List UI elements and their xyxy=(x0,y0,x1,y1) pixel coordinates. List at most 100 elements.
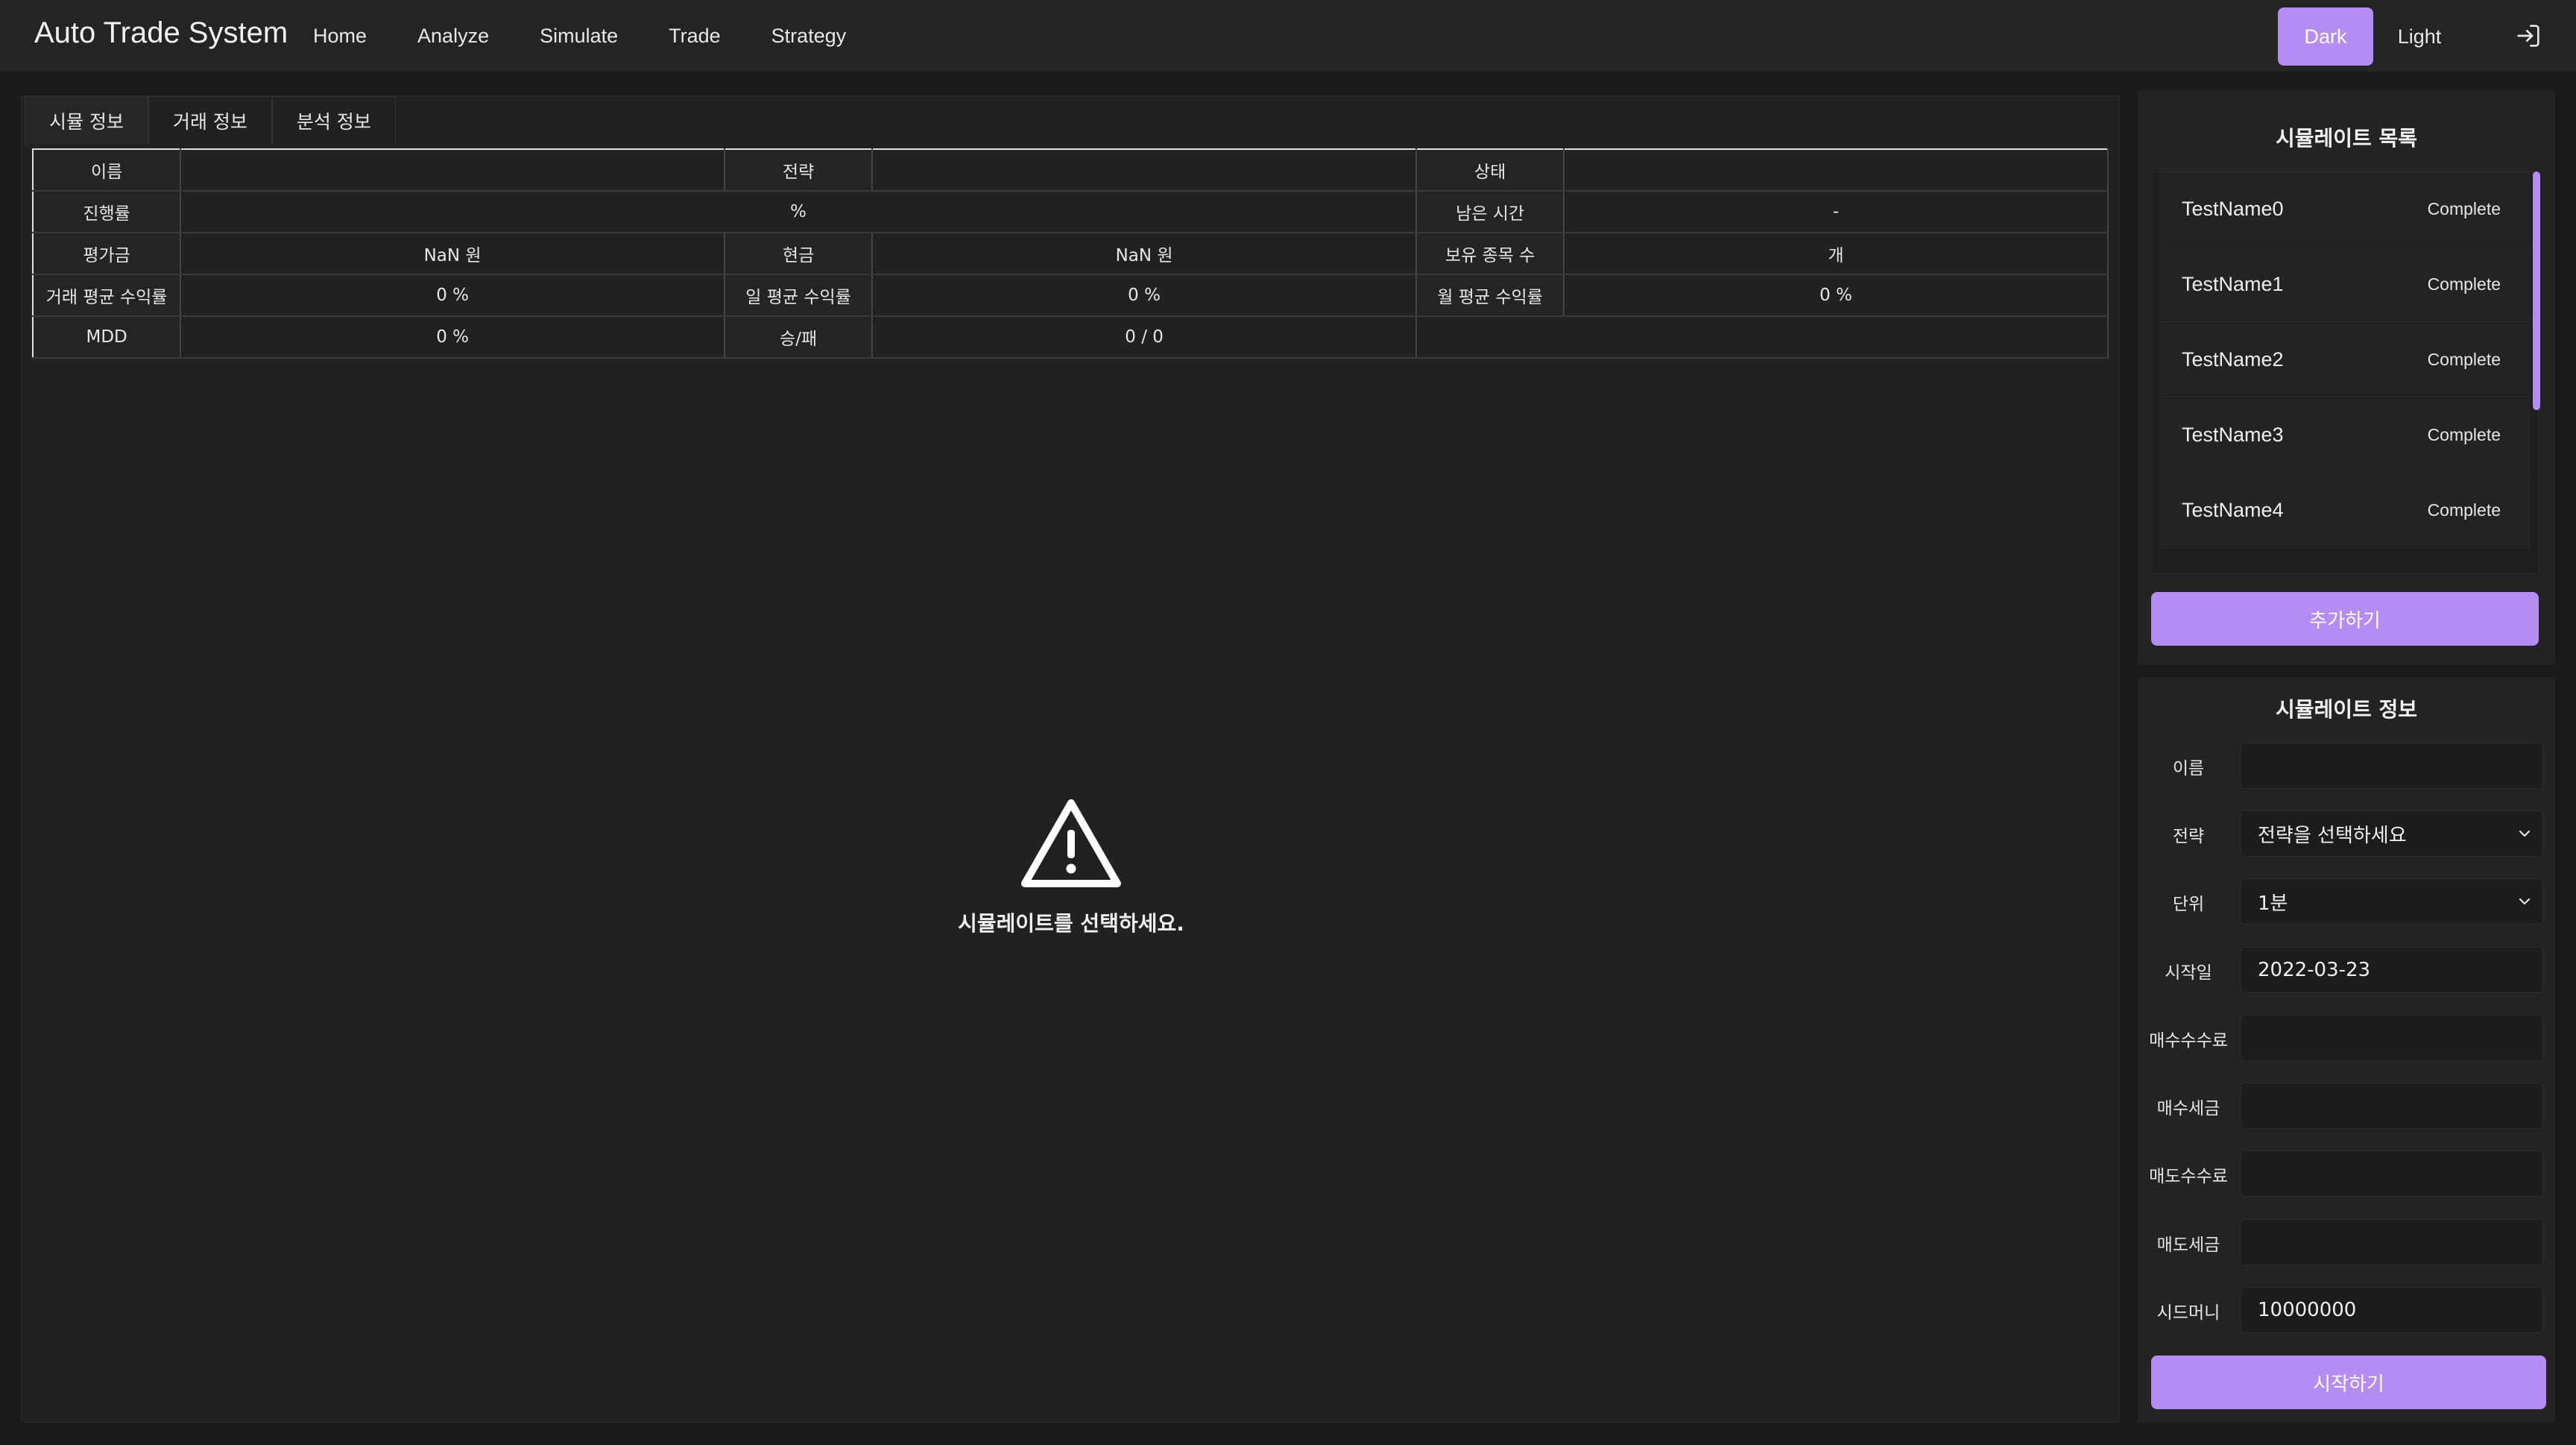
dark-theme-button[interactable]: Dark xyxy=(2278,7,2373,66)
form-row-buy-fee: 매수수수료 xyxy=(2138,1015,2555,1062)
cell-label-win-loss: 승/패 xyxy=(724,316,874,359)
warning-icon xyxy=(1021,799,1121,887)
empty-state-message: 시뮬레이트를 선택하세요. xyxy=(958,911,1184,936)
cell-value-status xyxy=(1564,149,2109,192)
strategy-label: 전략 xyxy=(2172,827,2205,846)
simulation-name: TestName0 xyxy=(2182,198,2284,220)
cell-value-progress: % xyxy=(180,191,1417,233)
form-row-name: 이름 xyxy=(2138,743,2555,790)
cell-value-daily-avg-return: 0 % xyxy=(872,274,1417,317)
cell-label-progress: 진행률 xyxy=(33,191,182,233)
table-row: MDD 0 % 승/패 0 / 0 xyxy=(33,316,2109,359)
cell-value-holdings: 개 xyxy=(1564,233,2109,275)
cell-value-monthly-avg-return: 0 % xyxy=(1564,274,2109,317)
seed-money-input[interactable]: 10000000 xyxy=(2241,1287,2543,1333)
list-scrollbar[interactable] xyxy=(2533,171,2540,410)
name-input[interactable] xyxy=(2241,743,2543,789)
simulation-status: Complete xyxy=(2427,274,2501,294)
simulation-name: TestName2 xyxy=(2182,348,2284,371)
sell-tax-input[interactable] xyxy=(2241,1219,2543,1265)
sell-fee-input[interactable] xyxy=(2241,1150,2543,1197)
nav-simulate[interactable]: Simulate xyxy=(540,25,618,48)
buy-fee-label: 매수수수료 xyxy=(2149,1031,2228,1051)
unit-select-value: 1분 xyxy=(2258,892,2288,915)
cell-value-trade-avg-return: 0 % xyxy=(180,274,725,317)
form-row-buy-tax: 매수세금 xyxy=(2138,1083,2555,1130)
form-row-sell-tax: 매도세금 xyxy=(2138,1219,2555,1267)
simulation-summary-table: 이름 전략 상태 진행률 % 남은 시간 - 평가금 NaN 원 현금 NaN … xyxy=(32,148,2109,359)
sell-tax-label: 매도세금 xyxy=(2156,1235,2220,1255)
simulation-info-title: 시뮬레이트 정보 xyxy=(2275,697,2418,722)
app-title[interactable]: Auto Trade System xyxy=(34,16,288,50)
cell-label-monthly-avg-return: 월 평균 수익률 xyxy=(1415,274,1565,317)
nav-trade[interactable]: Trade xyxy=(669,25,721,48)
empty-state: 시뮬레이트를 선택하세요. xyxy=(22,797,2121,937)
simulation-list[interactable]: TestName0 Complete TestName1 Complete Te… xyxy=(2151,171,2539,574)
tab-trade-info[interactable]: 거래 정보 xyxy=(148,96,272,144)
cell-label-valuation: 평가금 xyxy=(33,233,182,275)
list-item[interactable]: TestName4 Complete xyxy=(2159,473,2531,548)
table-row: 이름 전략 상태 xyxy=(33,149,2109,192)
simulation-status: Complete xyxy=(2427,350,2501,369)
nav-home[interactable]: Home xyxy=(313,25,367,48)
simulation-detail-panel: 시뮬 정보 거래 정보 분석 정보 이름 전략 상태 진행률 % 남은 시간 -… xyxy=(21,95,2120,1423)
buy-fee-input[interactable] xyxy=(2241,1015,2543,1061)
nav-analyze[interactable]: Analyze xyxy=(417,25,489,48)
start-simulation-button[interactable]: 시작하기 xyxy=(2151,1356,2546,1409)
light-theme-button[interactable]: Light xyxy=(2382,7,2457,66)
simulation-list-panel: 시뮬레이트 목록 TestName0 Complete TestName1 Co… xyxy=(2138,91,2555,665)
cell-label-remaining-time: 남은 시간 xyxy=(1415,191,1565,233)
add-simulation-button[interactable]: 추가하기 xyxy=(2151,592,2539,646)
simulation-status: Complete xyxy=(2427,425,2501,444)
form-row-strategy: 전략 전략을 선택하세요 xyxy=(2138,810,2555,858)
nav-strategy[interactable]: Strategy xyxy=(771,25,847,48)
cell-label-strategy: 전략 xyxy=(724,149,874,192)
unit-label: 단위 xyxy=(2172,895,2205,914)
buy-tax-input[interactable] xyxy=(2241,1083,2543,1129)
main-nav: Home Analyze Simulate Trade Strategy xyxy=(313,0,897,72)
simulation-list-title: 시뮬레이트 목록 xyxy=(2275,126,2418,151)
simulation-name: TestName4 xyxy=(2182,499,2284,521)
form-row-unit: 단위 1분 xyxy=(2138,878,2555,926)
cell-value-strategy xyxy=(872,149,1417,192)
simulation-status: Complete xyxy=(2427,199,2501,218)
top-navbar: Auto Trade System Home Analyze Simulate … xyxy=(0,0,2576,72)
simulation-name: TestName1 xyxy=(2182,273,2284,295)
tab-analysis-info[interactable]: 분석 정보 xyxy=(271,96,396,144)
cell-label-trade-avg-return: 거래 평균 수익률 xyxy=(33,274,182,317)
cell-empty xyxy=(1415,316,2109,359)
list-item[interactable]: TestName0 Complete xyxy=(2159,172,2531,247)
form-row-sell-fee: 매도수수료 xyxy=(2138,1150,2555,1198)
chevron-down-icon xyxy=(2519,830,2531,837)
cell-label-cash: 현금 xyxy=(724,233,874,275)
cell-value-cash: NaN 원 xyxy=(872,233,1417,275)
cell-label-holdings: 보유 종목 수 xyxy=(1415,233,1565,275)
list-item[interactable]: TestName2 Complete xyxy=(2159,323,2531,397)
buy-tax-label: 매수세금 xyxy=(2156,1099,2220,1118)
simulation-name: TestName3 xyxy=(2182,424,2284,446)
chevron-down-icon xyxy=(2519,898,2531,905)
table-row: 평가금 NaN 원 현금 NaN 원 보유 종목 수 개 xyxy=(33,233,2109,275)
form-row-seed-money: 시드머니 10000000 xyxy=(2138,1287,2555,1335)
table-row: 진행률 % 남은 시간 - xyxy=(33,191,2109,233)
list-item[interactable]: TestName1 Complete xyxy=(2159,248,2531,322)
detail-tabs: 시뮬 정보 거래 정보 분석 정보 xyxy=(25,96,396,144)
cell-label-daily-avg-return: 일 평균 수익률 xyxy=(724,274,874,317)
simulation-info-panel: 시뮬레이트 정보 이름 전략 전략을 선택하세요 단위 1분 시작일 2022-… xyxy=(2138,677,2555,1423)
list-item[interactable]: TestName3 Complete xyxy=(2159,398,2531,473)
cell-label-status: 상태 xyxy=(1415,149,1565,192)
logout-icon[interactable] xyxy=(2513,21,2543,51)
cell-value-mdd: 0 % xyxy=(180,316,725,359)
start-date-label: 시작일 xyxy=(2165,963,2212,983)
cell-value-remaining-time: - xyxy=(1564,191,2109,233)
cell-value-name xyxy=(180,149,725,192)
unit-select[interactable]: 1분 xyxy=(2241,878,2543,925)
cell-label-mdd: MDD xyxy=(33,316,182,359)
tab-sim-info[interactable]: 시뮬 정보 xyxy=(25,96,148,144)
form-row-start-date: 시작일 2022-03-23 xyxy=(2138,947,2555,995)
strategy-select[interactable]: 전략을 선택하세요 xyxy=(2241,810,2543,857)
start-date-input[interactable]: 2022-03-23 xyxy=(2241,947,2543,993)
cell-value-win-loss: 0 / 0 xyxy=(872,316,1417,359)
cell-value-valuation: NaN 원 xyxy=(180,233,725,275)
table-row: 거래 평균 수익률 0 % 일 평균 수익률 0 % 월 평균 수익률 0 % xyxy=(33,274,2109,317)
